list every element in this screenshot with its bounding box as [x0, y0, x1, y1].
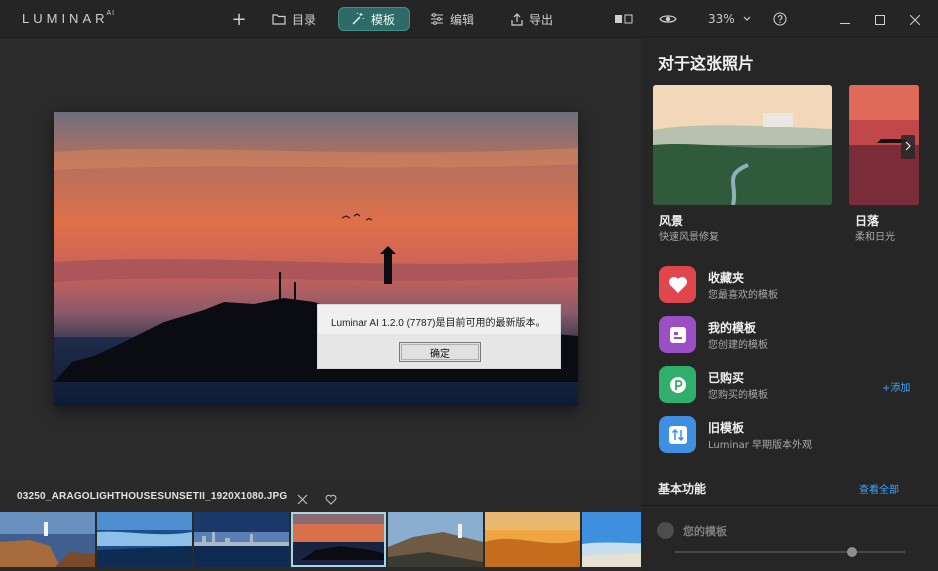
your-templates-label: 您的模板	[683, 524, 727, 538]
card-sunset-name: 日落	[855, 214, 880, 228]
thumb-rocky-beach[interactable]	[97, 512, 192, 567]
carousel-next-button[interactable]	[901, 135, 915, 159]
add-purchased-link[interactable]: +添加	[882, 379, 910, 394]
ok-button[interactable]: 确定	[399, 342, 481, 362]
reject-icon[interactable]	[297, 490, 308, 509]
thumb-lighthouse-cliffs[interactable]	[0, 512, 95, 567]
luminar-window: LUMINARAI + 目录 模板 编辑 导出 33% Luminar AI 1…	[0, 0, 938, 571]
magic-wand-icon	[351, 12, 365, 26]
collection-my-templates-sub: 您创建的模板	[708, 340, 768, 351]
thumb-lighthouse-headland[interactable]	[388, 512, 483, 567]
basic-section-title: 基本功能	[658, 482, 707, 496]
card-sunset-sub: 柔和日光	[855, 232, 895, 243]
add-images-button[interactable]: +	[231, 7, 247, 31]
card-landscape-name: 风景	[659, 214, 684, 228]
templates-panel: 对于这张照片 风景 快速风景修复 日落 柔和日光 收藏夹 您最喜欢的模板 我的模…	[641, 39, 938, 571]
collection-favorites-sub: 您最喜欢的模板	[708, 290, 778, 301]
thumb-sunset-lighthouse-selected[interactable]	[291, 512, 386, 567]
see-all-link[interactable]: 查看全部	[859, 481, 899, 496]
share-icon	[511, 12, 523, 26]
export-label: 导出	[529, 12, 554, 27]
section-divider	[641, 505, 938, 506]
template-card-landscape[interactable]	[653, 85, 832, 205]
chevron-right-icon	[905, 139, 911, 155]
thumb-desert-dunes[interactable]	[485, 512, 580, 567]
compare-button[interactable]	[614, 7, 634, 31]
close-icon	[909, 10, 921, 29]
template-icon	[659, 316, 696, 353]
maximize-icon	[875, 10, 885, 29]
collection-my-templates-name: 我的模板	[708, 321, 757, 335]
sliders-icon	[430, 13, 444, 25]
help-icon	[773, 12, 787, 26]
file-info-bar: 03250_ARAGOLIGHTHOUSESUNSETII_1920X1080.…	[0, 482, 640, 512]
collection-favorites-name: 收藏夹	[708, 271, 745, 285]
minimize-icon	[840, 10, 850, 29]
chevron-down-icon	[743, 16, 751, 22]
your-templates-toggle[interactable]: 您的模板	[657, 522, 727, 539]
legacy-icon	[659, 416, 696, 453]
collection-legacy-sub: Luminar 早期版本外观	[708, 440, 813, 451]
heart-favorite-icon[interactable]	[325, 490, 337, 509]
purchase-icon	[659, 366, 696, 403]
tab-library[interactable]: 目录	[272, 7, 316, 31]
collection-my-templates[interactable]: 我的模板 您创建的模板	[659, 316, 919, 354]
tab-templates[interactable]: 模板	[338, 7, 410, 31]
collection-purchased[interactable]: 已购买 您购买的模板	[659, 366, 919, 404]
tab-edit-label: 编辑	[450, 12, 475, 27]
compare-icon	[614, 13, 634, 25]
tab-templates-label: 模板	[371, 12, 396, 27]
card-landscape-sub: 快速风景修复	[659, 232, 719, 243]
zoom-value: 33%	[708, 12, 735, 26]
tab-library-label: 目录	[292, 12, 317, 27]
filmstrip	[0, 512, 677, 567]
amount-slider[interactable]	[675, 547, 905, 557]
collection-favorites[interactable]: 收藏夹 您最喜欢的模板	[659, 266, 919, 304]
collection-purchased-sub: 您购买的模板	[708, 390, 768, 401]
panel-title: 对于这张照片	[658, 54, 755, 73]
collection-purchased-name: 已购买	[708, 371, 745, 385]
file-name: 03250_ARAGOLIGHTHOUSESUNSETII_1920X1080.…	[17, 491, 288, 502]
close-button[interactable]	[892, 0, 938, 38]
collection-legacy[interactable]: 旧模板 Luminar 早期版本外观	[659, 416, 919, 454]
thumb-city-skyline[interactable]	[194, 512, 289, 567]
folder-icon	[272, 13, 286, 25]
slider-handle[interactable]	[847, 547, 857, 557]
dialog-footer: 确定	[318, 334, 560, 368]
export-button[interactable]: 导出	[511, 7, 553, 31]
help-button[interactable]	[773, 7, 787, 31]
zoom-dropdown[interactable]: 33%	[708, 7, 751, 31]
tab-edit[interactable]: 编辑	[430, 7, 474, 31]
update-dialog: Luminar AI 1.2.0 (7787)是目前可用的最新版本。 确定	[317, 304, 561, 369]
preview-toggle[interactable]	[659, 7, 677, 31]
radio-icon	[657, 522, 674, 539]
heart-icon	[659, 266, 696, 303]
collection-legacy-name: 旧模板	[708, 421, 745, 435]
app-logo: LUMINARAI	[22, 9, 116, 26]
eye-icon	[659, 13, 677, 25]
dialog-message: Luminar AI 1.2.0 (7787)是目前可用的最新版本。	[331, 318, 546, 329]
top-toolbar: LUMINARAI + 目录 模板 编辑 导出 33%	[0, 0, 938, 38]
image-canvas[interactable]: Luminar AI 1.2.0 (7787)是目前可用的最新版本。 确定	[0, 39, 640, 479]
